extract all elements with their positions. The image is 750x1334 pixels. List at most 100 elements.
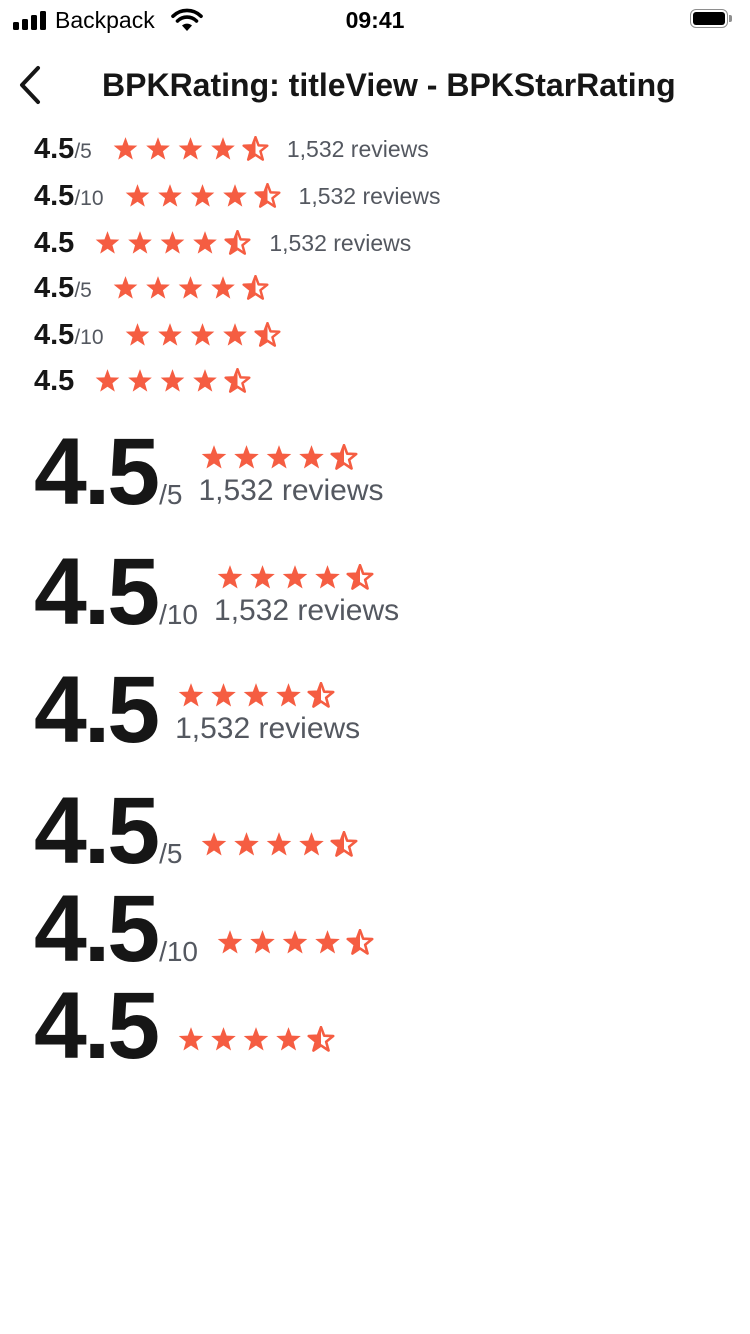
- rating-row: 4.5: [34, 364, 251, 398]
- star-full-icon: [193, 368, 218, 392]
- star-full-icon: [276, 1027, 301, 1051]
- rating-scale: /10: [159, 599, 199, 630]
- star-full-icon: [234, 832, 260, 856]
- rating-row: 4.5/10: [34, 879, 374, 979]
- rating-value: 4.5: [34, 876, 160, 982]
- rating-scale: /5: [74, 279, 92, 302]
- rating-row: 4.5/10: [34, 318, 281, 352]
- rating-row: 4.5 1,532 reviews: [34, 226, 411, 260]
- star-full-icon: [190, 322, 214, 346]
- star-full-icon: [234, 445, 260, 469]
- star-half-icon: [224, 229, 251, 255]
- rating-value: 4.5: [34, 180, 75, 212]
- star-full-icon: [243, 683, 269, 707]
- star-full-icon: [128, 368, 153, 392]
- star-full-icon: [146, 136, 170, 160]
- rating-scale: /5: [159, 838, 183, 869]
- star-full-icon: [161, 230, 185, 254]
- star-full-icon: [125, 322, 149, 346]
- star-full-icon: [96, 230, 120, 254]
- chevron-left-icon: [20, 66, 40, 104]
- rating-scale: /10: [74, 187, 104, 210]
- review-count: 1,532 reviews: [214, 594, 400, 627]
- rating-value: 4.5: [34, 319, 75, 351]
- star-full-icon: [250, 930, 275, 954]
- star-full-icon: [299, 445, 325, 469]
- star-full-icon: [222, 322, 247, 346]
- star-half-icon: [253, 182, 281, 208]
- star-full-icon: [217, 565, 243, 589]
- star-full-icon: [222, 183, 247, 207]
- rating-row: 4.5/5 1,532 reviews: [34, 422, 384, 522]
- rating-value: 4.5: [34, 272, 75, 304]
- rating-row: 4.5/5 1,532 reviews: [34, 132, 429, 166]
- star-rating-icons: [113, 135, 269, 161]
- star-full-icon: [202, 832, 227, 856]
- star-full-icon: [125, 183, 149, 207]
- star-full-icon: [267, 445, 292, 469]
- star-full-icon: [178, 1027, 204, 1051]
- star-full-icon: [113, 275, 138, 299]
- star-full-icon: [161, 368, 185, 392]
- rating-scale: /5: [74, 140, 92, 163]
- review-count: 1,532 reviews: [175, 712, 361, 745]
- rating-row: 4.5/5: [34, 781, 358, 881]
- star-half-icon: [307, 1026, 335, 1052]
- star-full-icon: [276, 683, 301, 707]
- star-half-icon: [253, 321, 281, 347]
- star-rating-icons: [96, 229, 251, 255]
- rating-value: 4.5: [34, 419, 160, 525]
- rating-value: 4.5: [34, 539, 160, 645]
- star-full-icon: [299, 832, 325, 856]
- rating-value: 4.5: [34, 133, 75, 165]
- star-rating-icons: [125, 321, 281, 347]
- star-full-icon: [128, 230, 153, 254]
- star-full-icon: [178, 136, 203, 160]
- rating-row: 4.5/10 1,532 reviews: [34, 542, 399, 642]
- star-half-icon: [242, 135, 269, 161]
- rating-row: 4.5/5: [34, 271, 269, 305]
- star-full-icon: [113, 136, 138, 160]
- review-count: 1,532 reviews: [269, 229, 412, 256]
- star-full-icon: [211, 683, 236, 707]
- star-full-icon: [217, 930, 243, 954]
- star-full-icon: [146, 275, 170, 299]
- star-rating-icons: [178, 1026, 335, 1052]
- page-title: BPKRating: titleView - BPKStarRating: [102, 67, 676, 103]
- star-half-icon: [330, 831, 358, 857]
- star-rating-icons: [202, 444, 358, 470]
- star-full-icon: [190, 183, 214, 207]
- star-full-icon: [178, 683, 204, 707]
- star-full-icon: [243, 1027, 269, 1051]
- star-half-icon: [330, 444, 358, 470]
- star-rating-icons: [113, 274, 269, 300]
- star-full-icon: [315, 930, 340, 954]
- star-full-icon: [157, 183, 182, 207]
- rating-value: 4.5: [34, 227, 75, 259]
- rating-value: 4.5: [34, 365, 75, 397]
- rating-scale: /10: [159, 936, 199, 967]
- star-full-icon: [267, 832, 292, 856]
- star-rating-icons: [217, 564, 374, 590]
- star-full-icon: [315, 565, 340, 589]
- rating-row: 4.5: [34, 976, 335, 1076]
- star-rating-icons: [202, 831, 358, 857]
- review-count: 1,532 reviews: [298, 182, 441, 209]
- review-count: 1,532 reviews: [198, 474, 384, 507]
- back-button[interactable]: [10, 62, 54, 108]
- status-bar: Backpack 09:41: [0, 0, 750, 40]
- star-half-icon: [307, 682, 335, 708]
- star-full-icon: [157, 322, 182, 346]
- star-full-icon: [178, 275, 203, 299]
- star-full-icon: [211, 1027, 236, 1051]
- star-half-icon: [242, 274, 269, 300]
- review-count: 1,532 reviews: [286, 135, 429, 162]
- rating-value: 4.5: [34, 778, 160, 884]
- star-full-icon: [282, 565, 308, 589]
- star-full-icon: [211, 136, 235, 160]
- rating-row: 4.5 1,532 reviews: [34, 660, 360, 760]
- star-full-icon: [96, 368, 120, 392]
- rating-value: 4.5: [34, 973, 160, 1079]
- rating-value: 4.5: [34, 657, 160, 763]
- star-half-icon: [346, 929, 374, 955]
